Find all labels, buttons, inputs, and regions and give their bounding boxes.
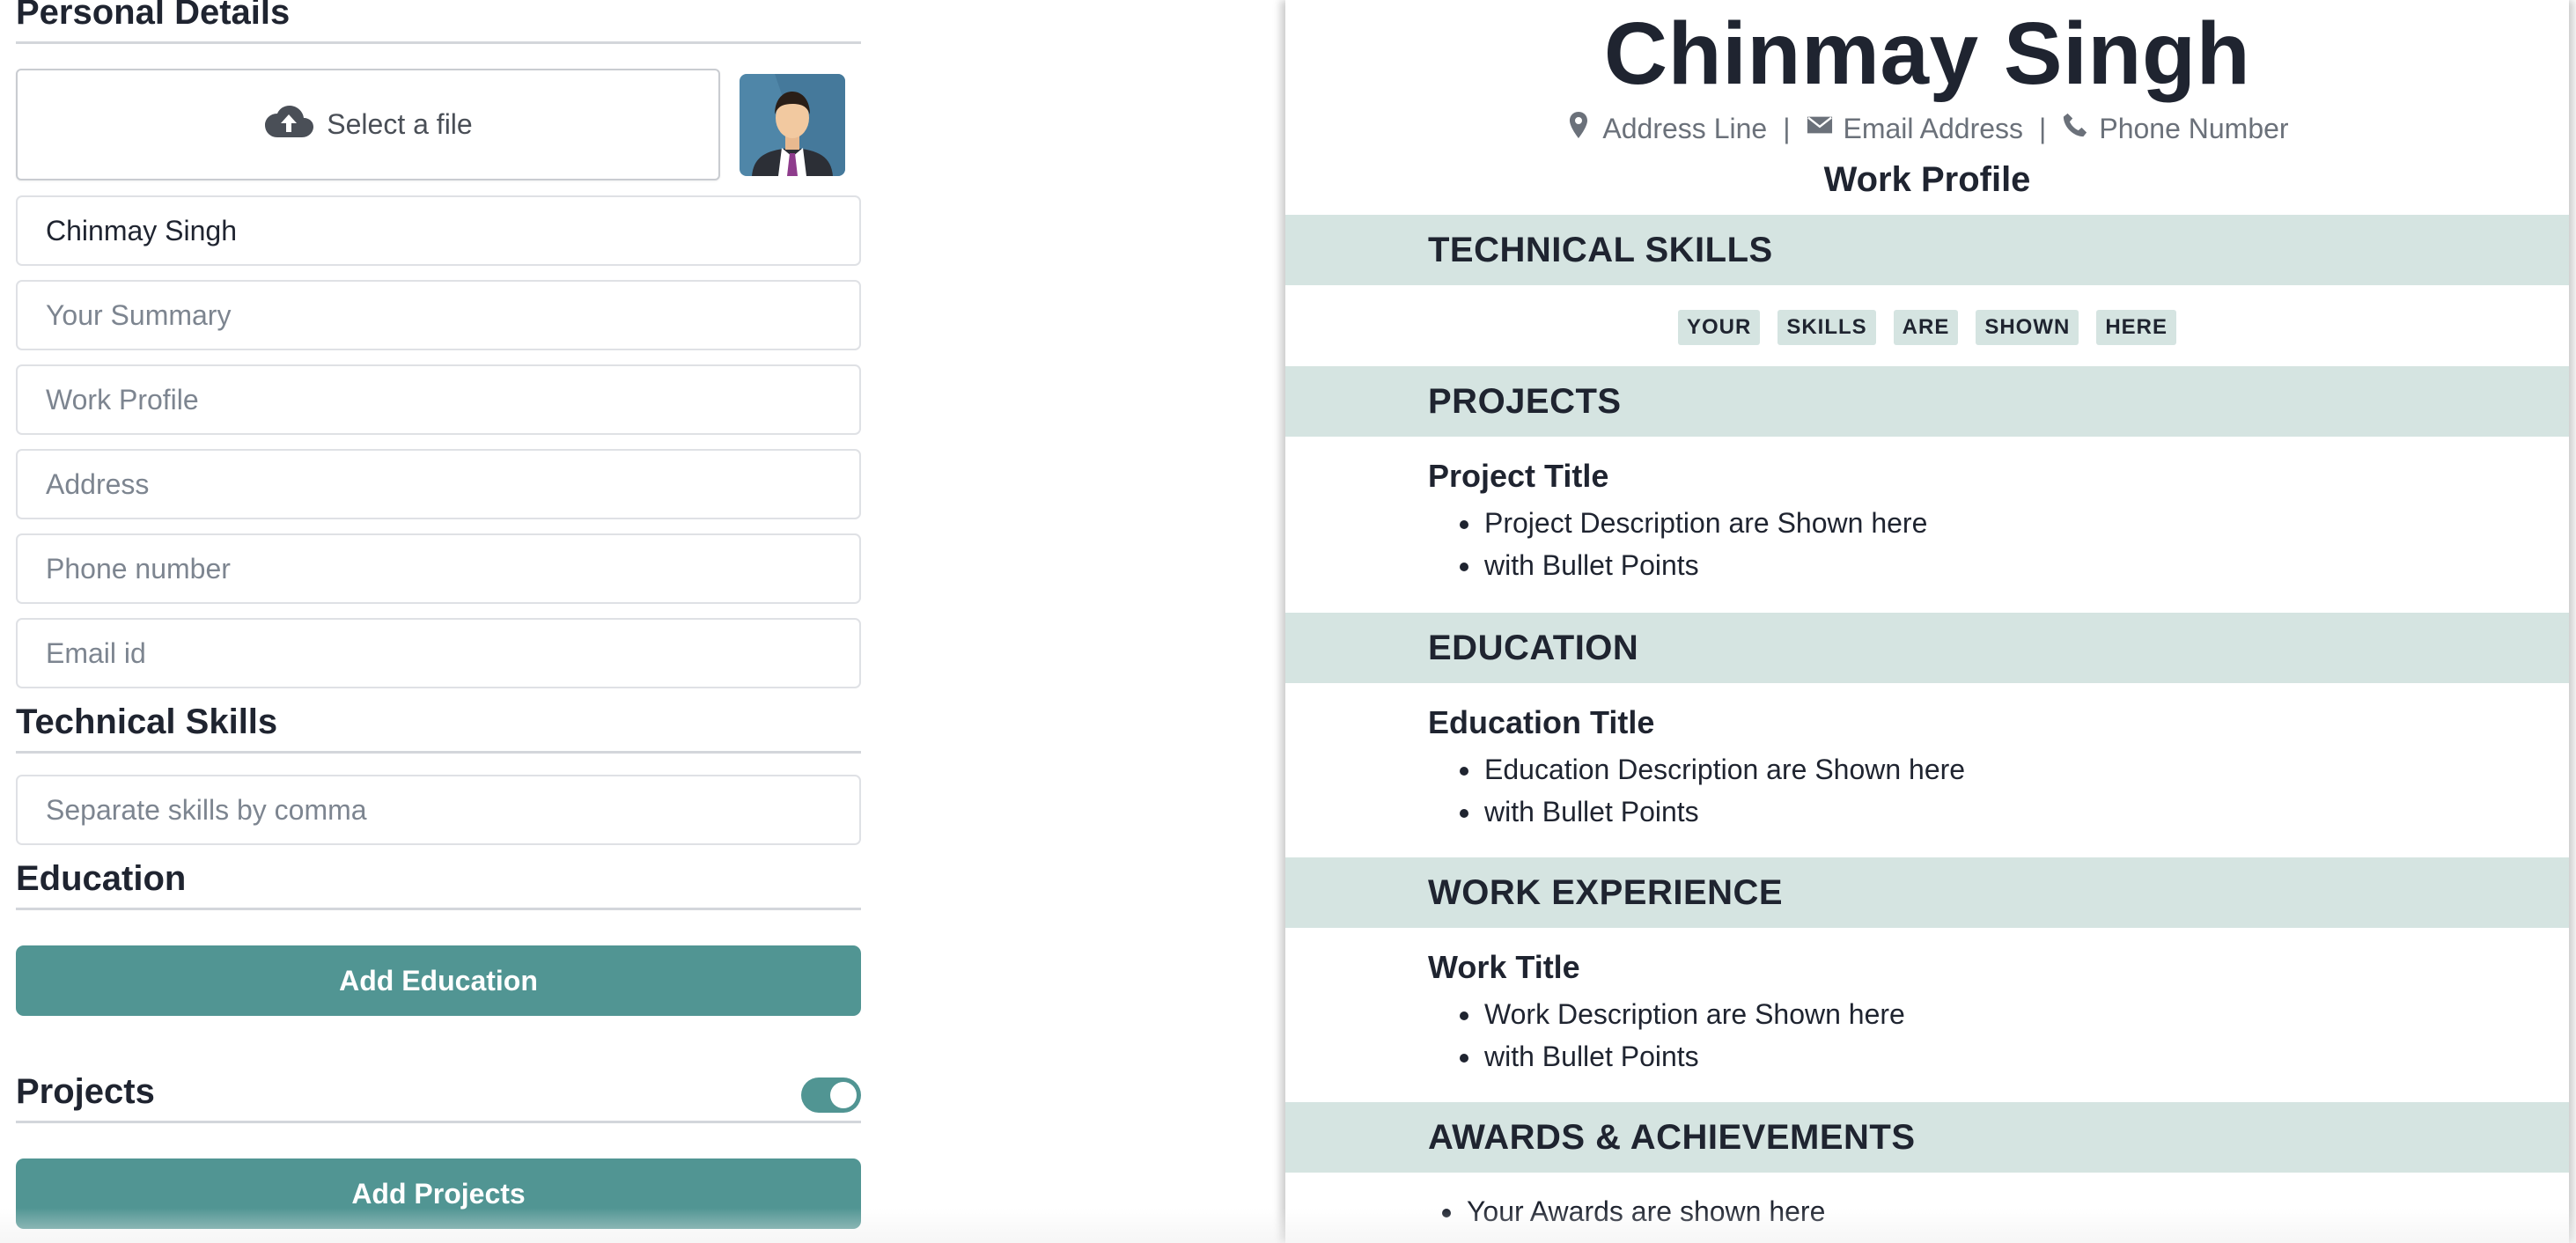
resume-awards-heading: AWARDS & ACHIEVEMENTS <box>1285 1102 2569 1173</box>
cloud-upload-icon <box>263 104 314 146</box>
resume-address: Address Line <box>1565 111 1767 146</box>
work-title: Work Title <box>1428 949 1580 985</box>
technical-skills-heading: Technical Skills <box>16 702 861 754</box>
resume-skills-heading: TECHNICAL SKILLS <box>1285 215 2569 285</box>
avatar[interactable] <box>740 74 845 176</box>
resume-phone-text: Phone Number <box>2099 112 2289 144</box>
contact-separator: | <box>1783 112 1791 144</box>
list-item: Project Description are Shown here <box>1483 502 1927 544</box>
phone-icon <box>2062 111 2088 146</box>
toggle-knob <box>830 1082 857 1108</box>
work-profile-input[interactable] <box>16 364 861 435</box>
email-input[interactable] <box>16 618 861 688</box>
resume-phone: Phone Number <box>2062 111 2289 146</box>
contact-separator: | <box>2039 112 2047 144</box>
file-select-button[interactable]: Select a file <box>16 69 720 180</box>
name-input[interactable] <box>16 195 861 266</box>
skill-tag: HERE <box>2096 310 2177 345</box>
list-item: with Bullet Points <box>1483 544 1927 586</box>
project-title: Project Title <box>1428 458 1609 494</box>
add-projects-button[interactable]: Add Projects <box>16 1158 861 1229</box>
envelope-icon <box>1807 111 1833 146</box>
resume-skills-list: YOUR SKILLS ARE SHOWN HERE <box>1285 310 2569 345</box>
list-item: with Bullet Points <box>1483 1035 1905 1078</box>
resume-contact-line: Address Line | Email Address | Phone Num… <box>1285 111 2569 146</box>
resume-address-text: Address Line <box>1602 112 1768 144</box>
projects-heading: Projects <box>16 1072 861 1123</box>
skills-input[interactable] <box>16 775 861 845</box>
resume-preview: Chinmay Singh Address Line | Email Addre… <box>1285 0 2569 1243</box>
skill-tag: SHOWN <box>1976 310 2079 345</box>
list-item: with Bullet Points <box>1483 791 1965 833</box>
resume-name: Chinmay Singh <box>1603 4 2251 103</box>
education-title: Education Title <box>1428 704 1655 740</box>
skill-tag: SKILLS <box>1777 310 1876 345</box>
skill-tag: YOUR <box>1677 310 1761 345</box>
resume-work-heading: WORK EXPERIENCE <box>1285 857 2569 928</box>
project-bullets: Project Description are Shown here with … <box>1428 502 1927 586</box>
file-select-label: Select a file <box>327 108 473 140</box>
resume-work-profile: Work Profile <box>1823 160 2031 199</box>
resume-education-heading: EDUCATION <box>1285 613 2569 683</box>
phone-input[interactable] <box>16 533 861 604</box>
work-bullets: Work Description are Shown here with Bul… <box>1428 993 1905 1078</box>
resume-projects-heading: PROJECTS <box>1285 366 2569 437</box>
list-item: Your Awards are shown here <box>1465 1190 1825 1232</box>
resume-form: Personal Details Select a file Technical… <box>16 0 861 1243</box>
summary-input[interactable] <box>16 280 861 350</box>
resume-email: Email Address <box>1807 111 2024 146</box>
education-heading: Education <box>16 859 861 910</box>
projects-toggle[interactable] <box>801 1078 861 1113</box>
address-input[interactable] <box>16 449 861 519</box>
awards-bullets: Your Awards are shown here <box>1410 1190 1825 1232</box>
add-education-button[interactable]: Add Education <box>16 945 861 1016</box>
avatar-image <box>740 74 845 176</box>
resume-email-text: Email Address <box>1843 112 2024 144</box>
education-bullets: Education Description are Shown here wit… <box>1428 748 1965 833</box>
personal-details-heading: Personal Details <box>16 0 861 44</box>
skill-tag: ARE <box>1893 310 1959 345</box>
map-pin-icon <box>1565 111 1592 146</box>
list-item: Work Description are Shown here <box>1483 993 1905 1035</box>
list-item: Education Description are Shown here <box>1483 748 1965 791</box>
